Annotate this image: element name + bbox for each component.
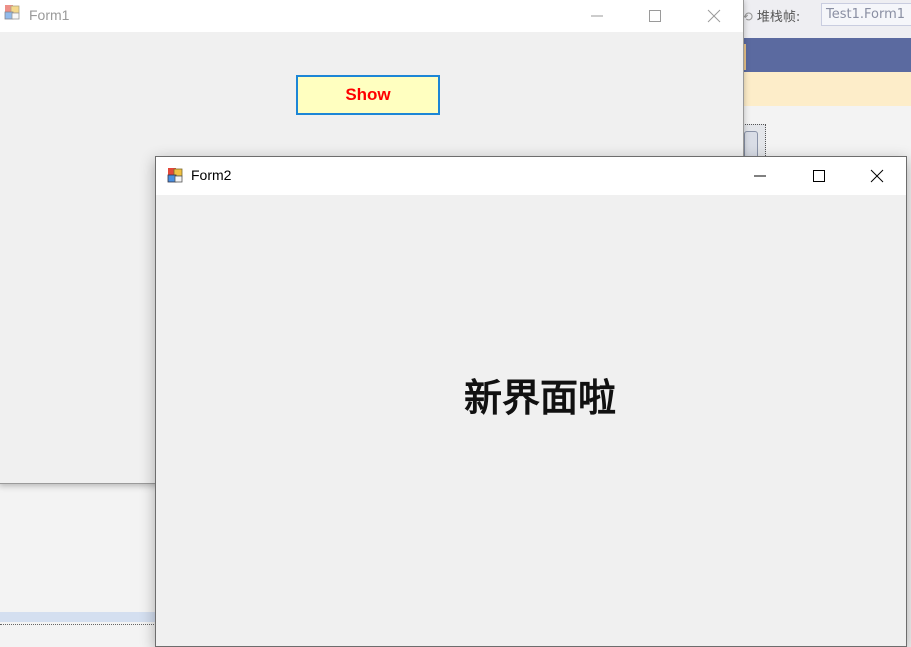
ide-divider [0,624,160,625]
form2-titlebar[interactable]: Form2 [156,157,906,195]
form2-main-label: 新界面啦 [464,376,617,420]
close-button[interactable] [685,0,743,32]
maximize-button[interactable] [626,0,684,32]
minimize-button[interactable] [568,0,626,32]
close-icon [870,169,884,183]
maximize-icon [813,170,825,182]
stack-frame-dropdown[interactable]: Test1.Form1 [821,3,911,26]
form2-title: Form2 [191,167,232,183]
app-icon [167,168,183,183]
close-button[interactable] [848,157,906,195]
form1-titlebar[interactable]: Form1 [0,0,743,32]
app-icon [4,5,20,20]
maximize-icon [649,10,661,22]
show-button[interactable]: Show [296,75,440,115]
close-icon [707,9,721,23]
form1-title: Form1 [29,7,70,23]
maximize-button[interactable] [790,157,848,195]
ide-status-strip [0,612,160,622]
form2-window: Form2 新界面啦 [155,156,907,647]
minimize-icon [591,15,603,17]
stack-frame-value: Test1.Form1 [826,7,906,22]
minimize-button[interactable] [731,157,789,195]
stack-frame-label: 堆栈帧: [756,10,801,25]
minimize-icon [754,175,766,177]
